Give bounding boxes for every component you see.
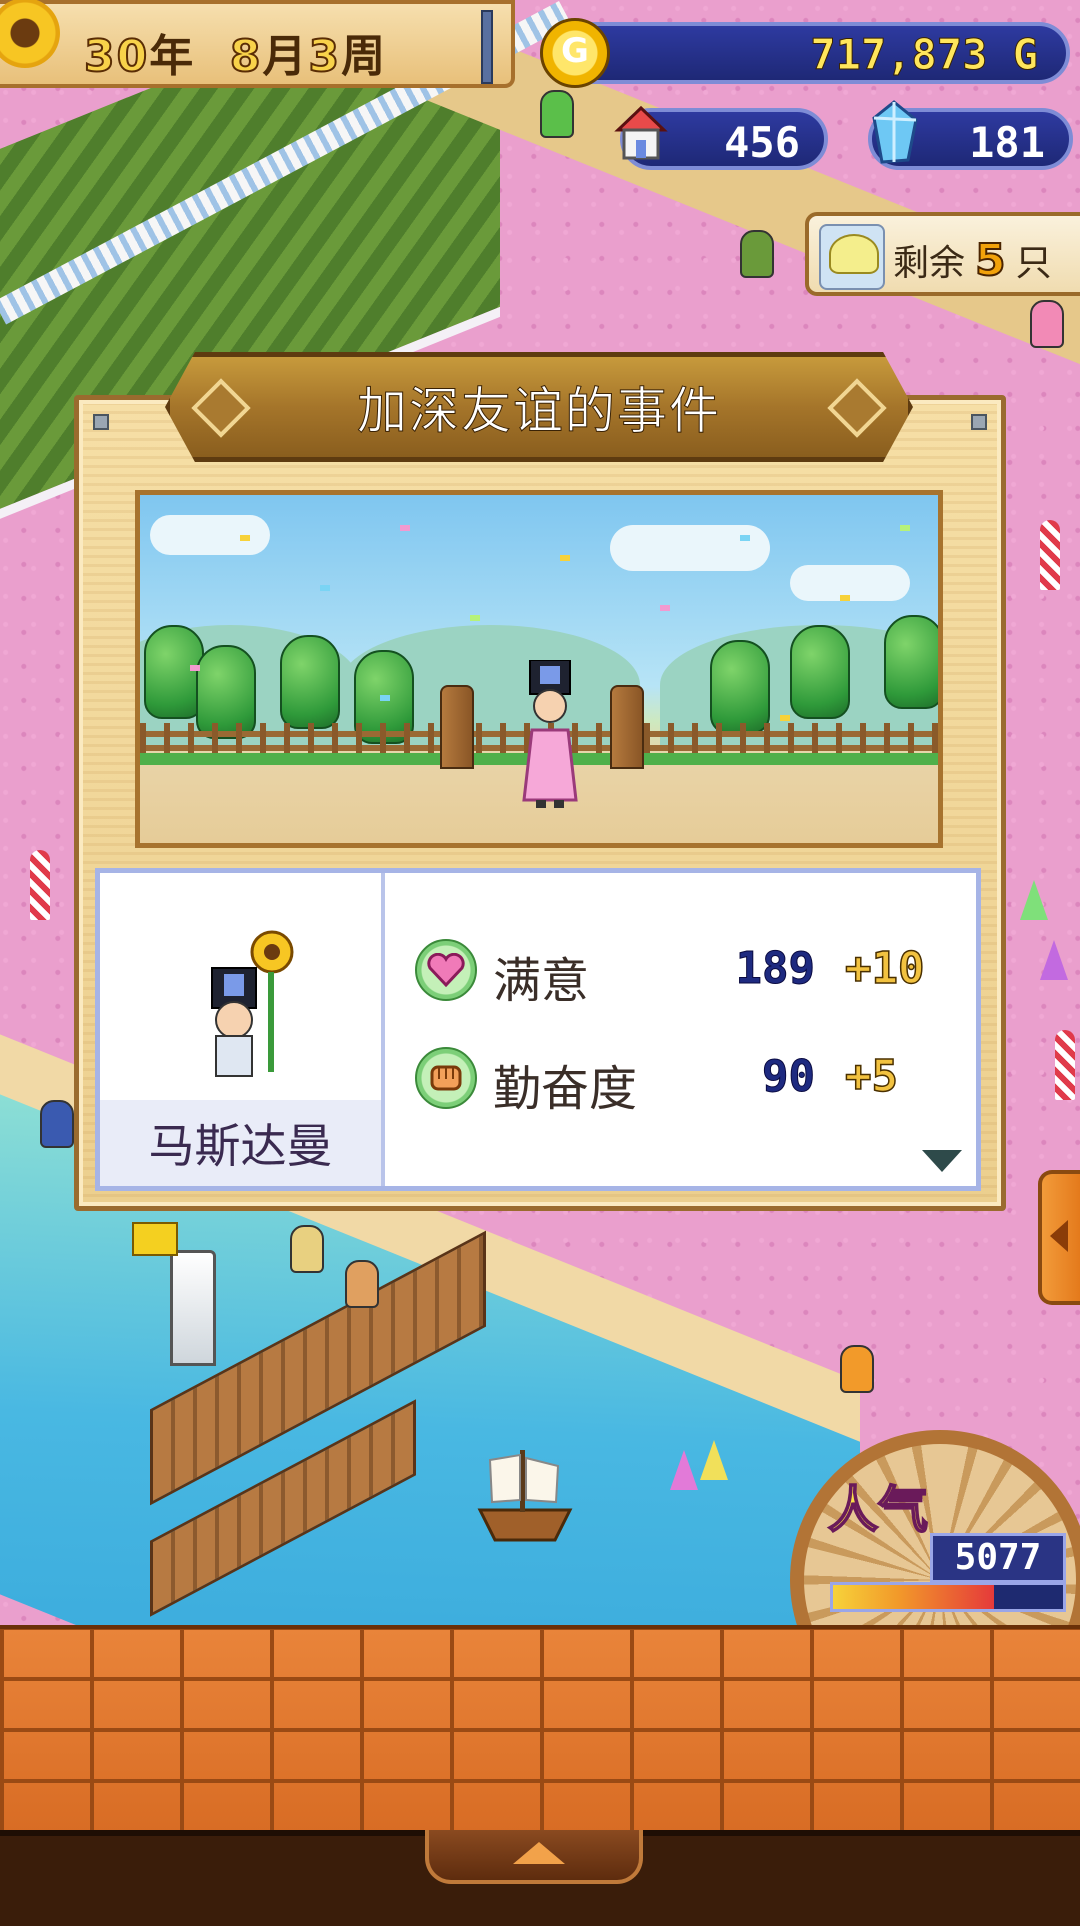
gem-counter[interactable]: 181 — [868, 100, 1073, 170]
house-counter[interactable]: 456 — [614, 105, 828, 170]
gem-value: 181 — [969, 118, 1045, 167]
confetti — [780, 715, 790, 721]
confetti — [380, 695, 390, 701]
confetti — [740, 535, 750, 541]
crystal-gem-icon — [872, 100, 918, 164]
gate-post — [440, 685, 474, 769]
gold-unit: G — [1012, 30, 1038, 80]
remaining-count: 5 — [974, 234, 1007, 287]
dragon-character[interactable] — [540, 90, 574, 138]
candy-cane — [1040, 520, 1060, 590]
flag — [132, 1222, 178, 1256]
villager[interactable] — [740, 230, 774, 278]
confetti — [190, 665, 200, 671]
week-unit: 周 — [341, 31, 388, 82]
tree — [144, 625, 204, 719]
fist-icon — [415, 1047, 477, 1109]
tree — [790, 625, 850, 719]
stat-value: 90 — [762, 1051, 816, 1103]
year-unit: 年 — [149, 31, 196, 82]
cloud — [150, 515, 270, 555]
week-value: 3 — [308, 30, 342, 83]
candy-cane — [1055, 1030, 1075, 1100]
stat-delta: +5 — [844, 1050, 898, 1103]
date-display: 30年 8月3周 — [83, 20, 388, 84]
dialog-title-banner: 加深友谊的事件 — [165, 352, 913, 462]
sailing-ship[interactable] — [470, 1440, 580, 1550]
heart-icon — [415, 939, 477, 1001]
villager[interactable] — [1030, 300, 1064, 348]
stat-row-diligence: 勤奋度 90 +5 — [415, 1041, 975, 1121]
tree — [710, 640, 770, 734]
popularity-gauge[interactable]: 人气 5077 — [790, 1430, 1080, 1730]
stat-label: 勤奋度 — [493, 1061, 638, 1117]
month-value: 8 — [229, 30, 263, 83]
cloud — [790, 565, 910, 601]
villager[interactable] — [290, 1225, 324, 1273]
stat-value: 189 — [735, 943, 815, 995]
side-menu-tab[interactable] — [1038, 1170, 1080, 1305]
character-name-strip: 马斯达曼 — [100, 1100, 381, 1186]
confetti — [840, 595, 850, 601]
confetti — [400, 525, 410, 531]
gold-amount: 717,873 — [810, 30, 988, 80]
cloud — [610, 525, 770, 571]
gold-value: 717,873 G — [810, 30, 1039, 80]
character-info-box[interactable]: 马斯达曼 满意 189 +10 勤奋度 90 +5 — [95, 868, 981, 1191]
house-icon — [614, 105, 668, 160]
stat-delta: +10 — [844, 942, 925, 995]
gold-counter[interactable]: G 717,873 G — [540, 18, 1070, 88]
remaining-suffix: 只 — [1015, 243, 1052, 284]
crystal — [1020, 880, 1048, 920]
popularity-bar-fill — [833, 1585, 994, 1609]
confetti — [560, 555, 570, 561]
jellyfish-icon — [819, 224, 885, 290]
remaining-monsters-panel[interactable]: 剩余 5 只 — [805, 212, 1080, 296]
banner-ornament — [827, 378, 887, 438]
confetti — [320, 585, 330, 591]
year-value: 30 — [83, 30, 150, 83]
popularity-label: 人气 — [827, 1480, 929, 1540]
stat-label: 满意 — [493, 953, 590, 1009]
popularity-bar — [830, 1582, 1066, 1612]
villager[interactable] — [345, 1260, 379, 1308]
character-name: 马斯达曼 — [148, 1119, 333, 1173]
dancing-character — [522, 660, 578, 808]
expand-menu-button[interactable] — [425, 1830, 643, 1884]
sunflower-icon — [0, 0, 60, 68]
confetti — [900, 525, 910, 531]
portrait-box: 马斯达曼 — [100, 873, 385, 1186]
rivet — [971, 414, 987, 430]
popularity-value: 5077 — [930, 1533, 1066, 1583]
banner-ornament — [191, 378, 251, 438]
gate-post — [610, 685, 644, 769]
stat-row-satisfaction: 满意 189 +10 — [415, 933, 975, 1013]
tree — [884, 615, 938, 709]
lighthouse[interactable] — [170, 1250, 216, 1366]
dialog-title: 加深友谊的事件 — [357, 382, 721, 441]
candy-cane — [30, 850, 50, 920]
month-unit: 月 — [262, 31, 309, 82]
tree — [280, 635, 340, 729]
next-page-arrow-icon[interactable] — [922, 1150, 962, 1172]
event-scene — [135, 490, 943, 848]
villager[interactable] — [40, 1100, 74, 1148]
confetti — [660, 605, 670, 611]
date-panel[interactable]: 30年 8月3周 — [0, 0, 515, 88]
remaining-prefix: 剩余 — [893, 243, 966, 284]
confetti — [470, 615, 480, 621]
crystal — [670, 1450, 698, 1490]
gold-coin-icon: G — [540, 18, 610, 88]
up-arrow-icon — [513, 1842, 565, 1864]
house-value: 456 — [724, 118, 800, 167]
rivet — [93, 414, 109, 430]
crystal — [700, 1440, 728, 1480]
brick-menu-area — [0, 1625, 1080, 1834]
remaining-text: 剩余 5 只 — [893, 234, 1052, 287]
villager[interactable] — [840, 1345, 874, 1393]
crystal — [1040, 940, 1068, 980]
confetti — [240, 535, 250, 541]
date-panel-edge — [481, 10, 493, 84]
character-portrait — [211, 930, 294, 1077]
